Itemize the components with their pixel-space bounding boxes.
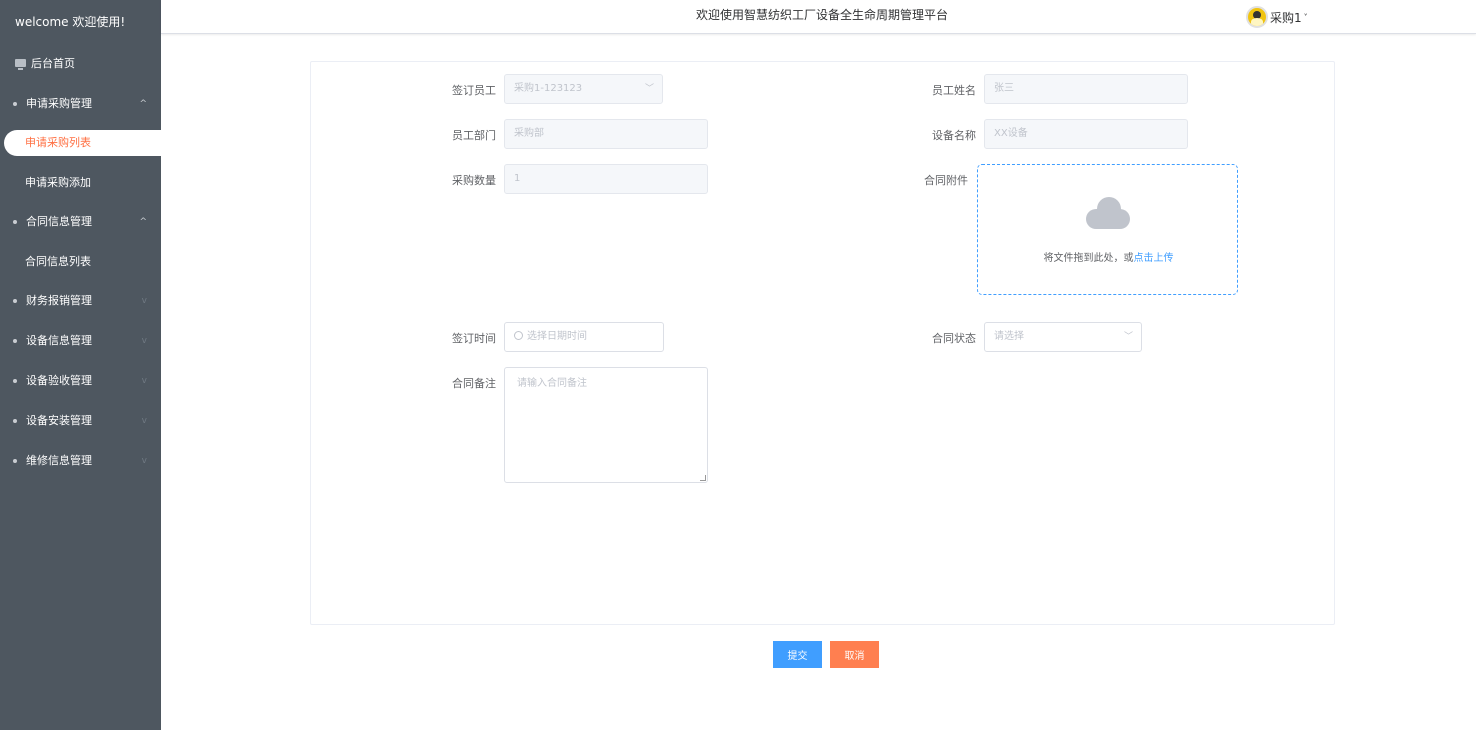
upload-hint: 将文件拖到此处，或点击上传: [978, 249, 1239, 264]
sidebar-item-purchase-management[interactable]: 申请采购管理 ^: [0, 84, 161, 124]
welcome-text: welcome 欢迎使用!: [15, 15, 126, 29]
monitor-icon: [15, 59, 26, 70]
cancel-button[interactable]: 取消: [830, 641, 879, 668]
quantity-value: 1: [514, 173, 521, 184]
sidebar-item-label: 维修信息管理: [26, 454, 92, 467]
sidebar: welcome 欢迎使用! 后台首页 申请采购管理 ^ 申请采购列表 申请采购添…: [0, 0, 161, 730]
bullet-icon: [13, 102, 17, 106]
chevron-down-icon: v: [141, 376, 147, 386]
file-upload-dropzone[interactable]: 将文件拖到此处，或点击上传: [977, 164, 1238, 295]
chevron-up-icon: ^: [139, 217, 147, 227]
bullet-icon: [13, 379, 17, 383]
staff-name-field[interactable]: 张三: [984, 74, 1188, 104]
staff-dept-label: 员工部门: [452, 129, 496, 142]
chevron-down-icon: v: [141, 296, 147, 306]
sign-time-picker[interactable]: 选择日期时间: [504, 322, 664, 352]
chevron-down-icon: v: [141, 416, 147, 426]
sidebar-item-device-acceptance-management[interactable]: 设备验收管理 v: [0, 361, 161, 401]
avatar: [1246, 6, 1268, 28]
sign-staff-select[interactable]: 采购1-123123 ﹀: [504, 74, 663, 104]
sidebar-item-contract-management[interactable]: 合同信息管理 ^: [0, 202, 161, 242]
submit-button[interactable]: 提交: [773, 641, 822, 668]
clock-icon: [514, 331, 523, 340]
quantity-label: 采购数量: [452, 174, 496, 187]
top-header: 欢迎使用智慧纺织工厂设备全生命周期管理平台 采购1 ˅: [161, 0, 1476, 34]
sidebar-item-device-info-management[interactable]: 设备信息管理 v: [0, 321, 161, 361]
device-name-label: 设备名称: [932, 129, 976, 142]
chevron-down-icon: v: [141, 456, 147, 466]
device-name-value: XX设备: [994, 128, 1028, 139]
sidebar-item-label: 后台首页: [31, 57, 75, 70]
sidebar-item-label: 设备验收管理: [26, 374, 92, 387]
resize-handle-icon[interactable]: [700, 475, 706, 481]
status-placeholder: 请选择: [994, 331, 1024, 342]
upload-cloud-icon: [1086, 197, 1130, 229]
user-name: 采购1: [1270, 10, 1302, 25]
bullet-icon: [13, 339, 17, 343]
sidebar-item-label: 财务报销管理: [26, 294, 92, 307]
sign-staff-value: 采购1-123123: [514, 83, 583, 94]
remark-placeholder: 请输入合同备注: [517, 378, 587, 389]
upload-link[interactable]: 点击上传: [1134, 253, 1174, 264]
staff-dept-field[interactable]: 采购部: [504, 119, 708, 149]
chevron-up-icon: ^: [139, 99, 147, 109]
chevron-down-icon: ﹀: [1123, 332, 1133, 342]
sign-staff-label: 签订员工: [452, 84, 496, 97]
user-menu[interactable]: 采购1 ˅: [1246, 6, 1308, 28]
staff-dept-value: 采购部: [514, 128, 544, 139]
chevron-down-icon: ˅: [1303, 12, 1308, 22]
sidebar-item-contract-list[interactable]: 合同信息列表: [0, 242, 161, 281]
status-label: 合同状态: [932, 332, 976, 345]
staff-name-label: 员工姓名: [932, 84, 976, 97]
sidebar-item-label: 合同信息管理: [26, 215, 92, 228]
bullet-icon: [13, 299, 17, 303]
attachment-label: 合同附件: [924, 174, 968, 187]
bullet-icon: [13, 220, 17, 224]
status-select[interactable]: 请选择 ﹀: [984, 322, 1142, 352]
sidebar-item-purchase-list[interactable]: 申请采购列表: [4, 130, 161, 156]
remark-label: 合同备注: [452, 377, 496, 390]
chevron-down-icon: ﹀: [644, 84, 654, 94]
sign-time-placeholder: 选择日期时间: [527, 331, 587, 342]
remark-textarea[interactable]: 请输入合同备注: [504, 367, 708, 483]
sidebar-item-finance-management[interactable]: 财务报销管理 v: [0, 281, 161, 321]
quantity-field[interactable]: 1: [504, 164, 708, 194]
sidebar-item-label: 设备信息管理: [26, 334, 92, 347]
sign-time-label: 签订时间: [452, 332, 496, 345]
sidebar-item-repair-management[interactable]: 维修信息管理 v: [0, 441, 161, 481]
bullet-icon: [13, 459, 17, 463]
device-name-field[interactable]: XX设备: [984, 119, 1188, 149]
sidebar-item-home[interactable]: 后台首页: [0, 44, 161, 84]
upload-hint-text: 将文件拖到此处，或: [1043, 253, 1134, 264]
sidebar-item-label: 申请采购管理: [26, 97, 92, 110]
staff-name-value: 张三: [994, 83, 1014, 94]
sidebar-item-label: 设备安装管理: [26, 414, 92, 427]
sidebar-item-purchase-add[interactable]: 申请采购添加: [0, 163, 161, 202]
bullet-icon: [13, 419, 17, 423]
sidebar-item-device-install-management[interactable]: 设备安装管理 v: [0, 401, 161, 441]
chevron-down-icon: v: [141, 336, 147, 346]
